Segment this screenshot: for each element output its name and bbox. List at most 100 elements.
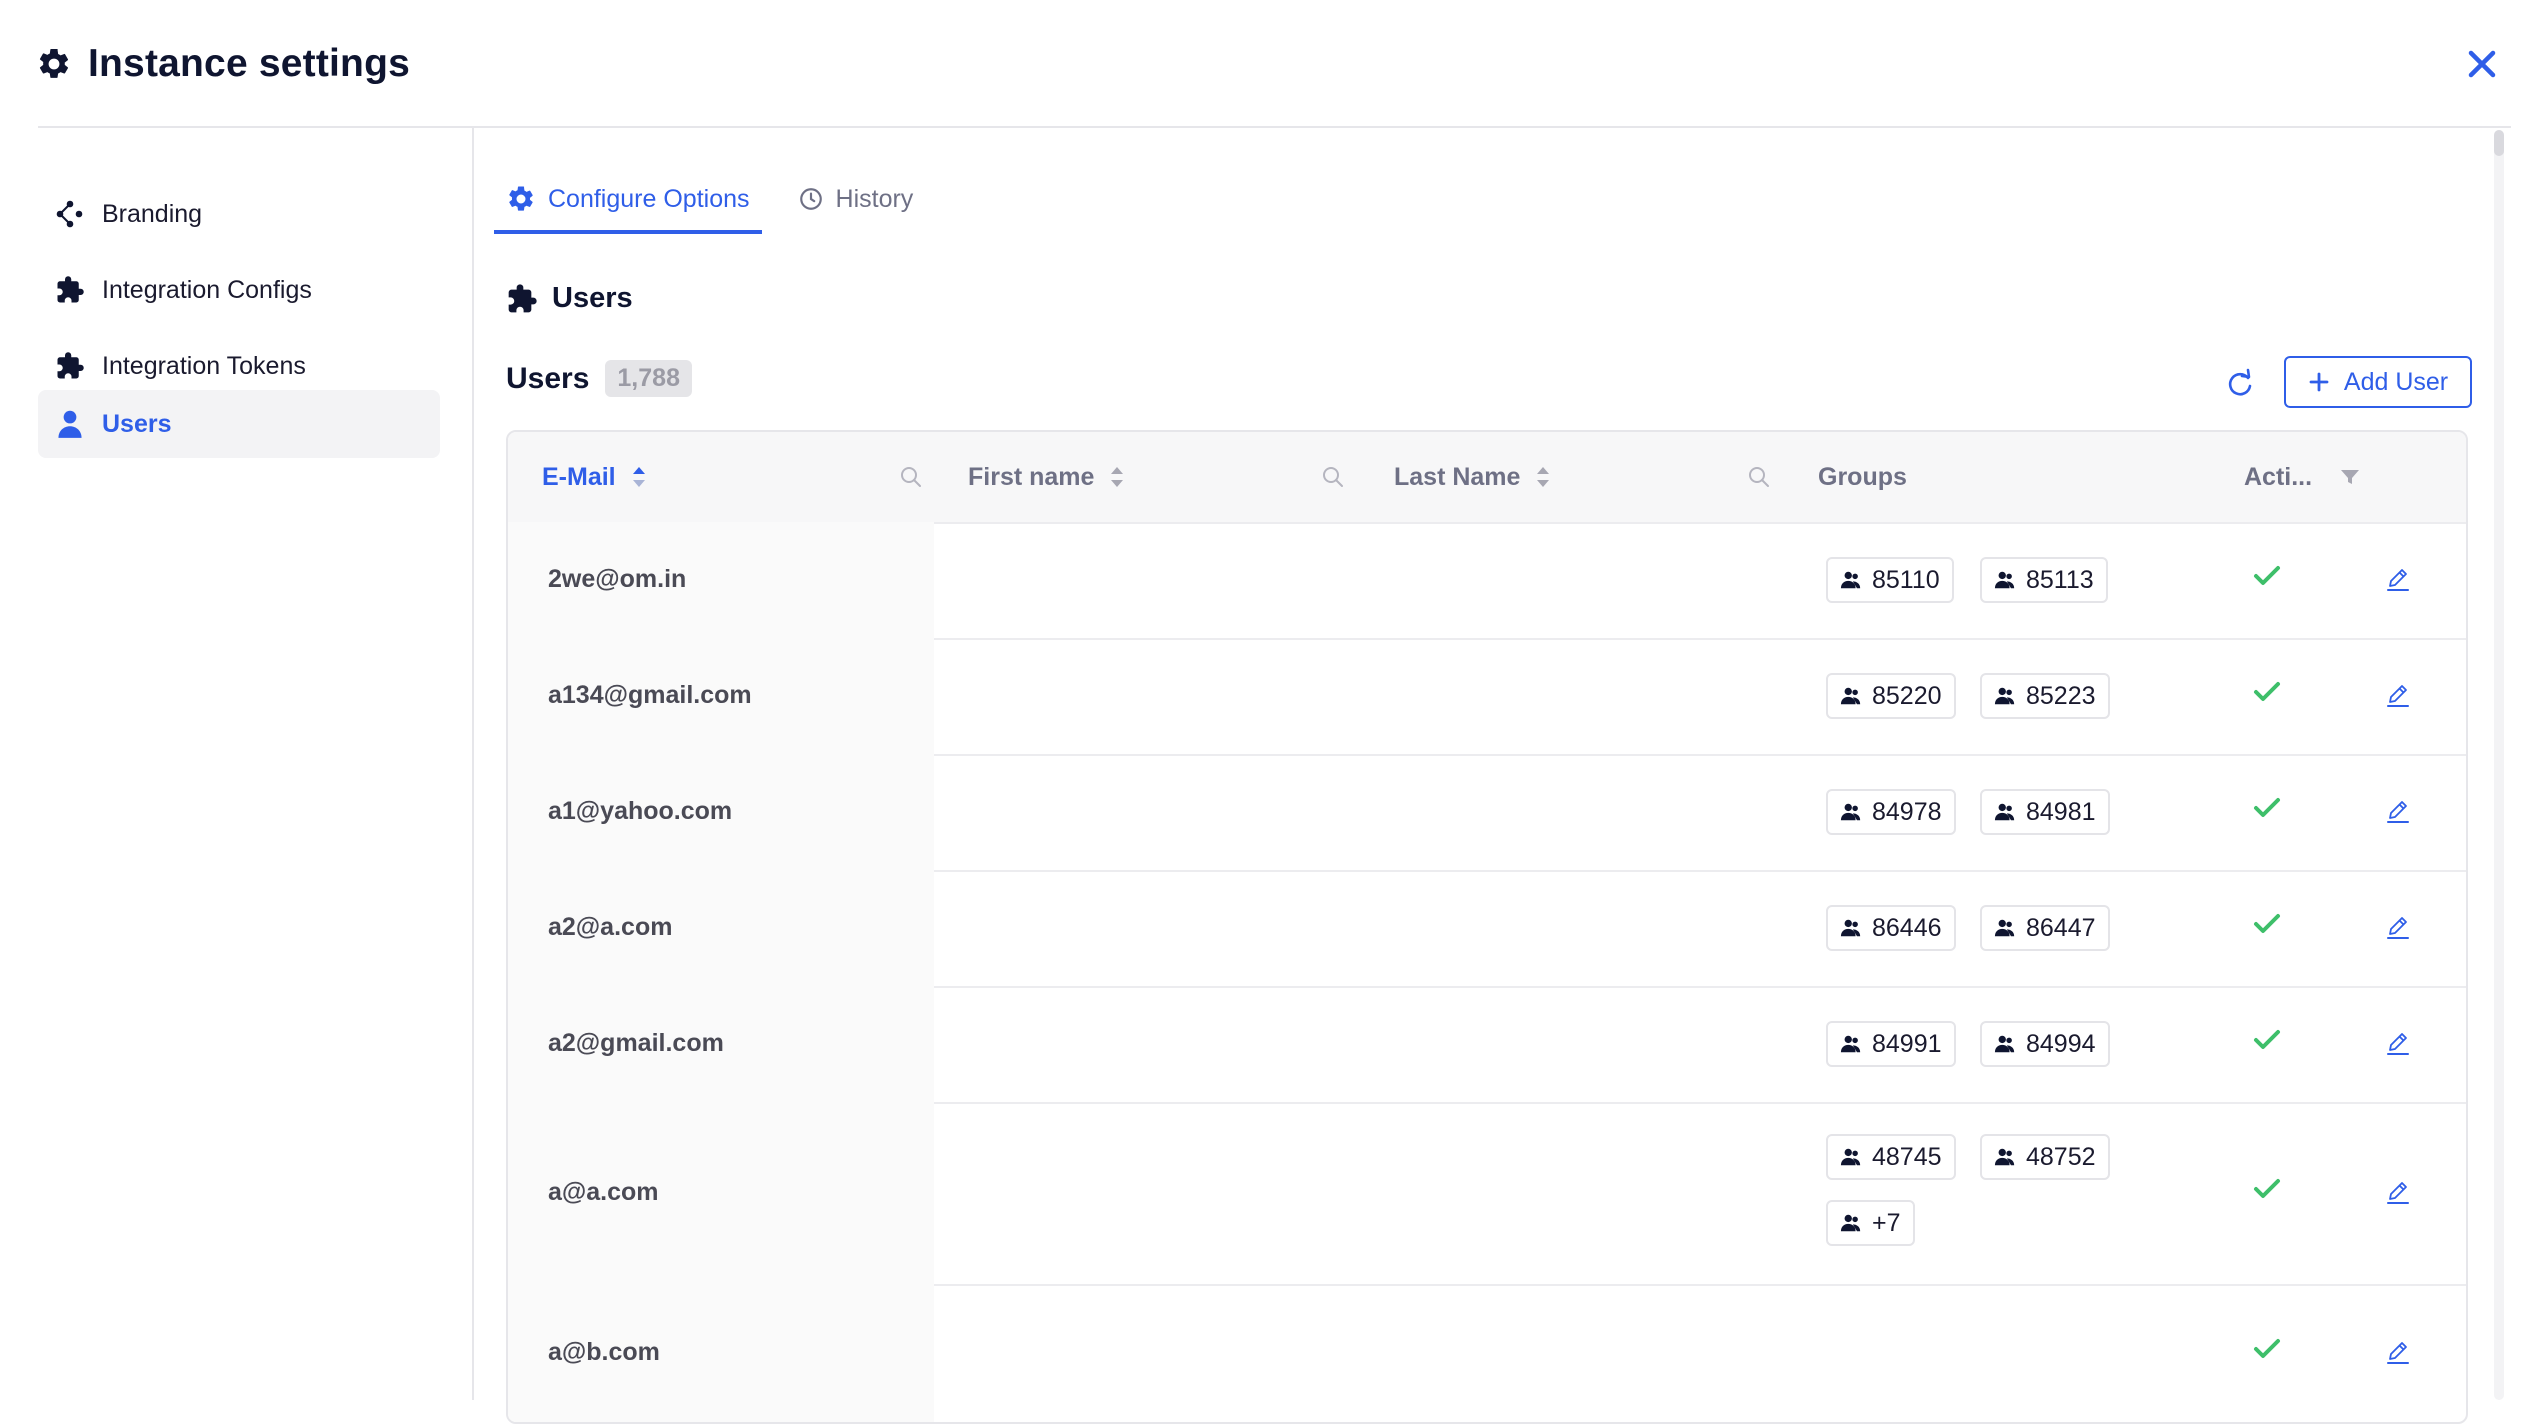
search-icon[interactable] xyxy=(1746,464,1772,490)
email-text: a2@gmail.com xyxy=(548,1029,724,1057)
column-label: Groups xyxy=(1818,462,1907,491)
check-icon xyxy=(2252,1337,2282,1361)
sort-icon[interactable] xyxy=(630,462,648,492)
group-icon xyxy=(1840,1212,1862,1234)
tab-configure-options[interactable]: Configure Options xyxy=(494,168,762,234)
close-button[interactable] xyxy=(2462,44,2502,84)
clock-icon xyxy=(798,186,824,212)
edit-icon[interactable] xyxy=(2384,682,2412,710)
check-icon xyxy=(2252,1028,2282,1052)
sidebar: Branding Integration Configs Integration… xyxy=(38,128,474,1400)
group-chip[interactable]: 85113 xyxy=(1980,557,2108,603)
column-header-last-name[interactable]: Last Name xyxy=(1394,432,1784,522)
group-chip[interactable]: 85220 xyxy=(1826,673,1956,719)
scrollbar-thumb[interactable] xyxy=(2494,130,2504,156)
group-icon xyxy=(1840,569,1862,591)
group-label: 48752 xyxy=(2026,1142,2096,1171)
tab-history[interactable]: History xyxy=(786,168,926,230)
close-icon xyxy=(2462,44,2502,84)
edit-icon[interactable] xyxy=(2384,1030,2412,1058)
group-label: 84994 xyxy=(2026,1029,2096,1058)
group-icon xyxy=(1994,1146,2016,1168)
column-label: Acti... xyxy=(2244,462,2313,491)
group-label: 84978 xyxy=(1872,797,1942,826)
edit-icon[interactable] xyxy=(2384,914,2412,942)
branding-icon xyxy=(52,196,88,232)
sidebar-item-integration-configs[interactable]: Integration Configs xyxy=(38,256,440,324)
scrollbar[interactable] xyxy=(2494,130,2504,1400)
table-row: a2@a.com 86446 86447 xyxy=(508,870,2466,988)
tab-label: Configure Options xyxy=(548,184,750,213)
group-chip[interactable]: +7 xyxy=(1826,1200,1915,1246)
group-chip[interactable]: 48752 xyxy=(1980,1134,2110,1180)
edit-icon[interactable] xyxy=(2384,1179,2412,1207)
group-chip[interactable]: 85223 xyxy=(1980,673,2110,719)
column-label: First name xyxy=(968,462,1095,491)
email-text: a@b.com xyxy=(548,1338,660,1366)
add-user-button[interactable]: Add User xyxy=(2284,356,2472,408)
table-row: a134@gmail.com 85220 85223 xyxy=(508,638,2466,756)
sidebar-item-label: Users xyxy=(102,409,172,438)
sidebar-item-branding[interactable]: Branding xyxy=(38,180,440,248)
search-icon[interactable] xyxy=(898,464,924,490)
header-title-group: Instance settings xyxy=(36,42,410,86)
tab-bar: Configure Options History xyxy=(494,168,925,234)
group-chip[interactable]: 84994 xyxy=(1980,1021,2110,1067)
group-chip[interactable]: 86446 xyxy=(1826,905,1956,951)
table-row: 2we@om.in 85110 85113 xyxy=(508,522,2466,640)
group-chip[interactable]: 86447 xyxy=(1980,905,2110,951)
group-chip[interactable]: 84978 xyxy=(1826,789,1956,835)
group-chip[interactable]: 84991 xyxy=(1826,1021,1956,1067)
filter-icon[interactable] xyxy=(2338,465,2362,489)
email-text: a@a.com xyxy=(548,1178,659,1206)
group-label: 85223 xyxy=(2026,681,2096,710)
sort-icon[interactable] xyxy=(1534,462,1552,492)
count-badge: 1,788 xyxy=(605,360,692,397)
column-header-first-name[interactable]: First name xyxy=(968,432,1358,522)
sidebar-item-label: Branding xyxy=(102,199,203,228)
refresh-icon xyxy=(2220,364,2260,404)
column-label: Last Name xyxy=(1394,462,1521,491)
users-table: E-Mail First name Last Name Groups Acti.… xyxy=(506,430,2468,1424)
email-text: 2we@om.in xyxy=(548,565,687,593)
gear-icon xyxy=(36,46,72,82)
table-header: E-Mail First name Last Name Groups Acti.… xyxy=(508,432,2466,524)
refresh-button[interactable] xyxy=(2220,364,2260,404)
group-icon xyxy=(1994,1033,2016,1055)
sidebar-item-label: Integration Configs xyxy=(102,275,312,304)
group-icon xyxy=(1840,801,1862,823)
search-icon[interactable] xyxy=(1320,464,1346,490)
main-content: Configure Options History Users Users 1,… xyxy=(474,128,2510,1424)
check-icon xyxy=(2252,912,2282,936)
column-header-email[interactable]: E-Mail xyxy=(542,432,932,522)
group-chip[interactable]: 84981 xyxy=(1980,789,2110,835)
group-chip[interactable]: 48745 xyxy=(1826,1134,1956,1180)
group-icon xyxy=(1994,685,2016,707)
email-text: a1@yahoo.com xyxy=(548,797,733,825)
group-label: 86446 xyxy=(1872,913,1942,942)
column-header-active[interactable]: Acti... xyxy=(2244,432,2444,522)
edit-icon[interactable] xyxy=(2384,798,2412,826)
tab-label: History xyxy=(835,184,914,213)
column-label: E-Mail xyxy=(542,462,616,491)
sort-icon[interactable] xyxy=(1108,462,1126,492)
table-row: a1@yahoo.com 84978 84981 xyxy=(508,754,2466,872)
sidebar-item-users[interactable]: Users xyxy=(38,390,440,458)
check-icon xyxy=(2252,680,2282,704)
group-label: 85113 xyxy=(2026,565,2094,594)
email-text: a2@a.com xyxy=(548,913,673,941)
puzzle-icon xyxy=(52,272,88,308)
puzzle-icon xyxy=(52,348,88,384)
column-header-groups: Groups xyxy=(1818,432,2198,522)
add-user-label: Add User xyxy=(2343,367,2449,396)
group-chip[interactable]: 85110 xyxy=(1826,557,1954,603)
check-icon xyxy=(2252,1177,2282,1201)
group-label: +7 xyxy=(1872,1208,1901,1237)
section-header: Users xyxy=(506,282,633,315)
edit-icon[interactable] xyxy=(2384,566,2412,594)
table-row: a@a.com 48745 48752 +7 xyxy=(508,1102,2466,1286)
gear-icon xyxy=(506,184,536,214)
group-label: 85220 xyxy=(1872,681,1942,710)
edit-icon[interactable] xyxy=(2384,1339,2412,1367)
check-icon xyxy=(2252,564,2282,588)
